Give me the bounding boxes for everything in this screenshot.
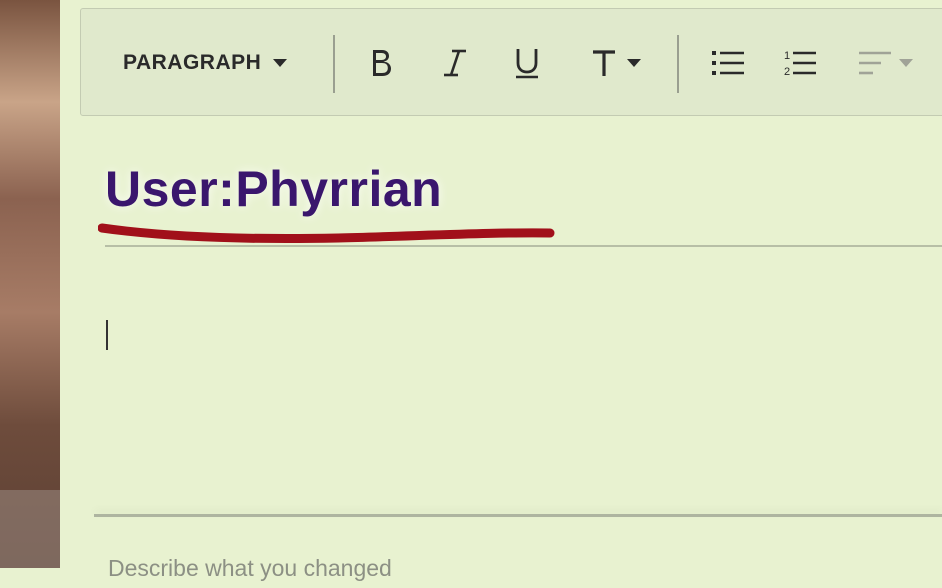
svg-text:2: 2 <box>784 66 790 78</box>
italic-icon <box>444 49 466 77</box>
numbered-list-button[interactable]: 1 2 <box>775 9 825 117</box>
bold-icon <box>373 50 391 76</box>
annotation-underline <box>98 223 555 244</box>
toolbar-divider <box>677 35 679 93</box>
underline-button[interactable] <box>505 9 549 117</box>
editor-panel: PARAGRAPH 1 2 User:Phyrrian Describe wha… <box>60 0 942 588</box>
italic-button[interactable] <box>433 9 477 117</box>
paragraph-format-dropdown[interactable]: PARAGRAPH <box>123 9 303 117</box>
text-style-icon <box>593 50 615 76</box>
svg-text:1: 1 <box>784 50 790 62</box>
page-title[interactable]: User:Phyrrian <box>105 160 442 218</box>
bulleted-list-icon <box>712 51 744 75</box>
page-title-container: User:Phyrrian <box>105 160 442 218</box>
alignment-dropdown[interactable] <box>851 9 921 117</box>
background-photo-strip <box>0 0 60 568</box>
chevron-down-icon <box>273 59 288 67</box>
underline-icon <box>516 49 538 79</box>
toolbar-divider <box>333 35 335 93</box>
editor-toolbar: PARAGRAPH 1 2 <box>80 8 942 116</box>
summary-divider <box>94 514 942 517</box>
paragraph-label: PARAGRAPH <box>123 51 262 74</box>
heading-divider <box>105 245 942 247</box>
bold-button[interactable] <box>359 9 403 117</box>
align-icon <box>859 51 891 75</box>
bulleted-list-button[interactable] <box>703 9 753 117</box>
numbered-list-icon: 1 2 <box>784 50 816 78</box>
edit-summary-input[interactable] <box>108 548 908 588</box>
chevron-down-icon <box>627 59 641 67</box>
text-style-dropdown[interactable] <box>581 9 651 117</box>
chevron-down-icon <box>899 59 913 67</box>
text-cursor <box>106 320 108 350</box>
